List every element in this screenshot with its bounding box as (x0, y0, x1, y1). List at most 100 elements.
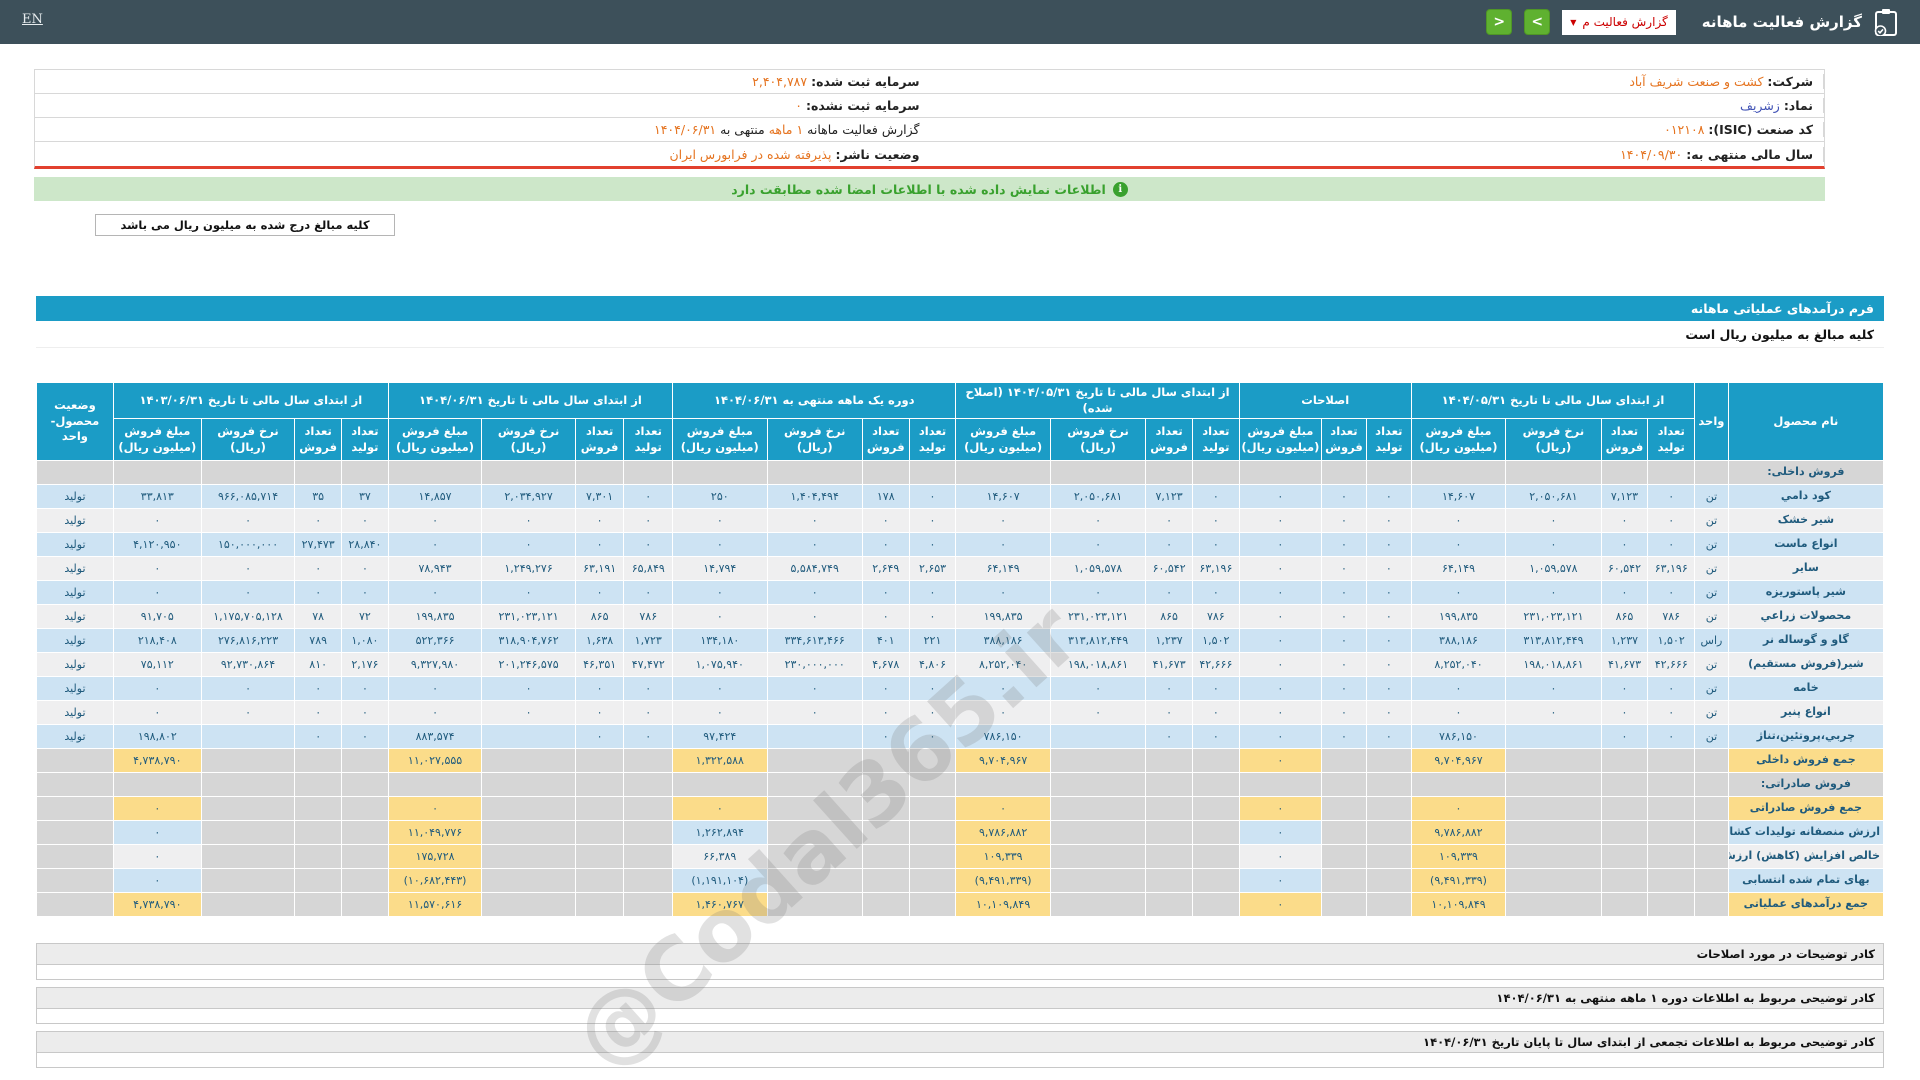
empty-cell (201, 821, 295, 845)
value-cell: ۵۲۲,۳۶۶ (388, 629, 482, 653)
value-cell: ۰ (1239, 509, 1321, 533)
value-cell: ۰ (113, 509, 201, 533)
empty-cell (1322, 773, 1367, 797)
language-switch-en[interactable]: EN (22, 12, 43, 27)
unit-cell: تن (1695, 557, 1729, 581)
value-cell: ۰ (295, 509, 342, 533)
value-cell: ۷۵,۱۱۲ (113, 653, 201, 677)
report-type-dropdown[interactable]: گزارش فعالیت م ▼ (1562, 10, 1676, 35)
empty-cell (482, 869, 576, 893)
value-cell: ۰ (1366, 725, 1411, 749)
empty-cell (1146, 797, 1193, 821)
empty-cell (624, 773, 673, 797)
empty-cell (1506, 845, 1601, 869)
value-cell: ۰ (482, 509, 576, 533)
value-cell: ۰ (575, 509, 624, 533)
value-cell: ۰ (673, 605, 767, 629)
empty-cell (1366, 821, 1411, 845)
empty-cell (1695, 893, 1729, 917)
value-cell: ۷۸ (295, 605, 342, 629)
value-cell: ۱۹۸,۰۱۸,۸۶۱ (1050, 653, 1145, 677)
value-cell: ۰ (909, 581, 956, 605)
value-cell: ۰ (575, 533, 624, 557)
value-cell: ۰ (1050, 701, 1145, 725)
fiscal-year-label: سال مالی منتهی به: (1686, 147, 1813, 162)
empty-cell (201, 869, 295, 893)
empty-cell (1695, 797, 1729, 821)
value-cell: ۰ (1411, 581, 1505, 605)
value-cell: ۰ (1146, 677, 1193, 701)
value-cell: ۸,۲۵۲,۰۴۰ (956, 653, 1050, 677)
prev-report-button[interactable]: < (1486, 9, 1512, 35)
total-value-cell: ۰ (1411, 797, 1505, 821)
empty-cell (37, 797, 114, 821)
value-cell: ۱,۵۰۲ (1648, 629, 1695, 653)
product-name-cell: شیر پاستوریزه (1728, 581, 1883, 605)
empty-cell (201, 749, 295, 773)
unit-cell: تن (1695, 677, 1729, 701)
value-cell: ۰ (1192, 701, 1239, 725)
empty-cell (37, 773, 114, 797)
value-cell: ۰ (956, 701, 1050, 725)
period-comment-box (36, 1009, 1884, 1024)
value-cell: ۰ (862, 509, 909, 533)
value-cell: ۶۴,۱۴۹ (956, 557, 1050, 581)
empty-cell (482, 893, 576, 917)
col-sub-header: تعداد تولید (624, 419, 673, 461)
value-cell: ۸۶۵ (1146, 605, 1193, 629)
value-cell: ۰ (1192, 533, 1239, 557)
product-row: چربي،پروتئین،تناژتن۰۰۷۸۶,۱۵۰۰۰۰۰۰۷۸۶,۱۵۰… (37, 725, 1884, 749)
empty-cell (482, 797, 576, 821)
value-cell: ۴,۱۲۰,۹۵۰ (113, 533, 201, 557)
value-cell: ۲۳۱,۰۲۳,۱۲۱ (482, 605, 576, 629)
value-cell: ۱,۶۳۸ (575, 629, 624, 653)
col-sub-header: مبلغ فروش (میلیون ریال) (388, 419, 482, 461)
empty-cell (1322, 797, 1367, 821)
col-sub-header: تعداد فروش (1601, 419, 1648, 461)
empty-cell (1411, 773, 1505, 797)
value-cell: ۰ (482, 581, 576, 605)
value-cell: ۱۹۹,۸۳۵ (1411, 605, 1505, 629)
value-cell: ۲۲۱ (909, 629, 956, 653)
total-value-cell: ۰ (1239, 869, 1321, 893)
total-value-cell: (۱,۱۹۱,۱۰۴) (673, 869, 767, 893)
empty-cell (482, 773, 576, 797)
empty-cell (1050, 749, 1145, 773)
value-cell: ۰ (673, 677, 767, 701)
value-cell: ۰ (1601, 533, 1648, 557)
empty-cell (575, 461, 624, 485)
value-cell: ۰ (1322, 485, 1367, 509)
value-cell: ۰ (201, 677, 295, 701)
value-cell: ۶۳,۱۹۶ (1648, 557, 1695, 581)
empty-cell (1695, 749, 1729, 773)
empty-cell (1411, 461, 1505, 485)
col-sub-header: مبلغ فروش (میلیون ریال) (673, 419, 767, 461)
product-row: خامهتن۰۰۰۰۰۰۰۰۰۰۰۰۰۰۰۰۰۰۰۰۰۰۰تولید (37, 677, 1884, 701)
total-value-cell: ۰ (1239, 821, 1321, 845)
empty-cell (909, 461, 956, 485)
col-group-header: از ابتدای سال مالی تا تاریخ ۱۴۰۳/۰۶/۳۱ (113, 383, 388, 419)
value-cell: ۷,۳۰۱ (575, 485, 624, 509)
value-cell: ۶۵,۸۴۹ (624, 557, 673, 581)
empty-cell (1192, 845, 1239, 869)
value-cell: ۰ (1411, 701, 1505, 725)
empty-cell (862, 749, 909, 773)
value-cell: ۰ (862, 725, 909, 749)
total-value-cell: (۱۰,۶۸۲,۴۴۳) (388, 869, 482, 893)
col-sub-header: نرخ فروش (ریال) (1050, 419, 1145, 461)
value-cell: ۲,۶۵۳ (909, 557, 956, 581)
value-cell: ۰ (1239, 725, 1321, 749)
value-cell: ۰ (909, 605, 956, 629)
value-cell: ۰ (1506, 701, 1601, 725)
next-report-button[interactable]: > (1524, 9, 1550, 35)
col-sub-header: تعداد فروش (295, 419, 342, 461)
corrections-comment-box (36, 965, 1884, 980)
empty-cell (1695, 845, 1729, 869)
total-value-cell: ۰ (388, 797, 482, 821)
col-sub-header: مبلغ فروش (میلیون ریال) (1239, 419, 1321, 461)
empty-cell (1192, 893, 1239, 917)
empty-cell (1050, 893, 1145, 917)
value-cell: ۰ (342, 701, 389, 725)
empty-cell (1601, 773, 1648, 797)
empty-cell (909, 893, 956, 917)
